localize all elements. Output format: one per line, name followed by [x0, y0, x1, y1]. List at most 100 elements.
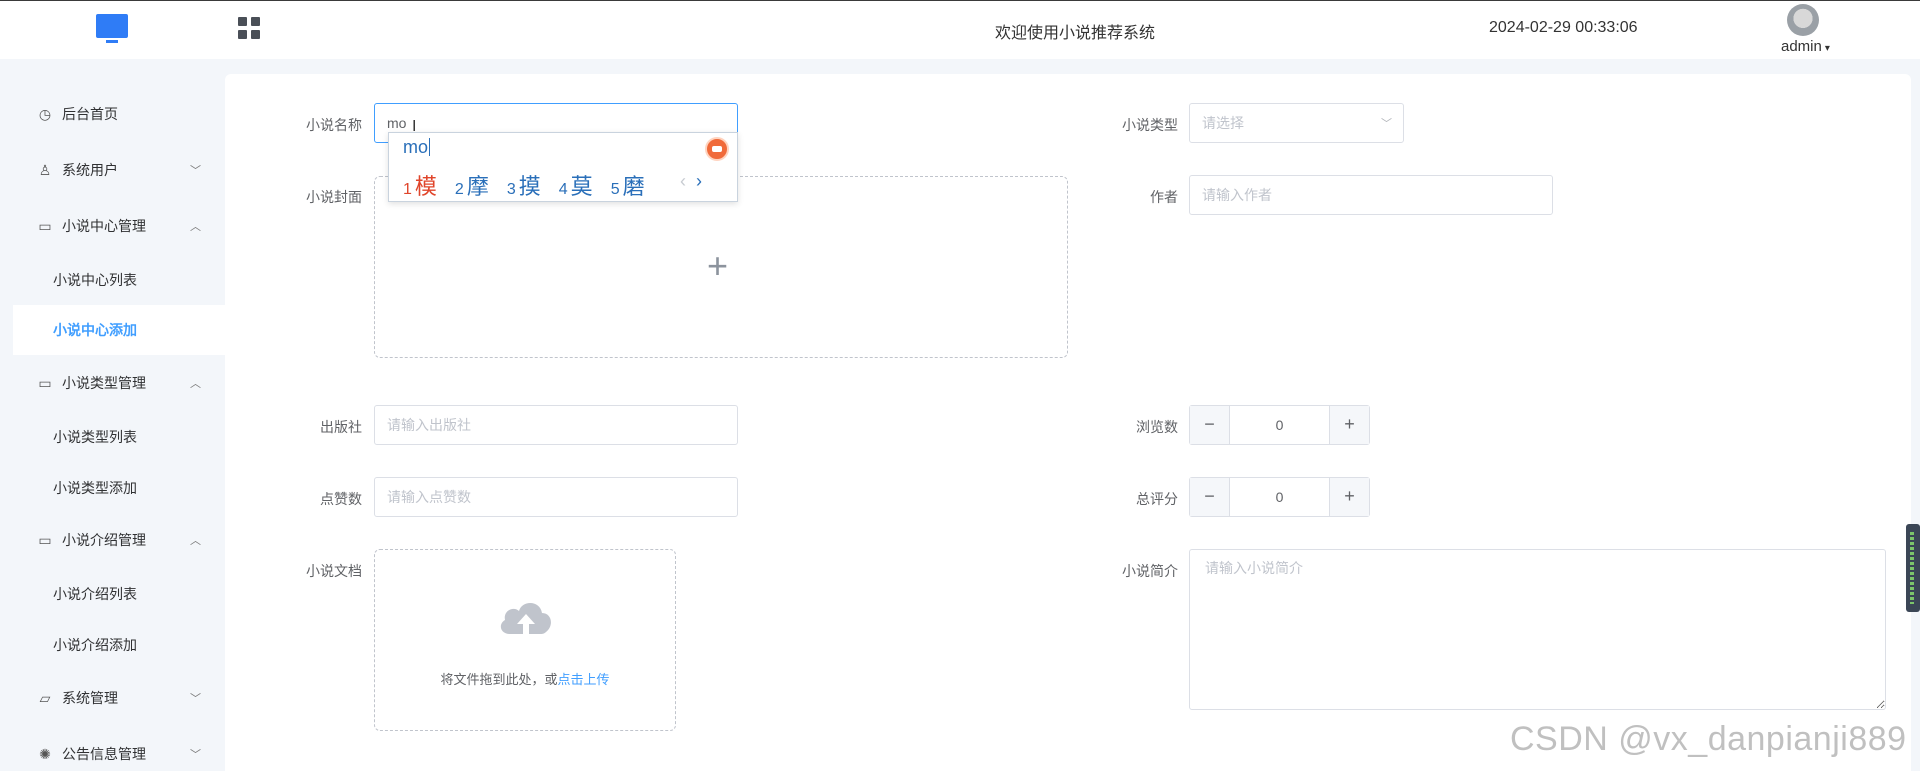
increase-button[interactable]: + — [1329, 406, 1369, 444]
sidebar-item-label: 小说中心添加 — [53, 322, 137, 338]
avatar[interactable] — [1787, 4, 1819, 36]
ime-candidate-index: 1 — [403, 181, 412, 198]
datetime-display: 2024-02-29 00:33:06 — [1489, 19, 1638, 36]
ime-candidate-index: 3 — [506, 181, 516, 198]
ime-logo-icon[interactable] — [705, 137, 729, 161]
clock-icon: ◷ — [38, 106, 52, 122]
upload-hint-text: 将文件拖到此处，或 — [440, 672, 558, 687]
chevron-up-icon: ︿ — [190, 535, 201, 547]
sidebar-item-label: 小说类型列表 — [53, 429, 137, 445]
increase-button[interactable]: + — [1329, 478, 1369, 516]
chevron-down-icon: ﹀ — [190, 693, 201, 705]
score-stepper[interactable]: − 0 + — [1189, 477, 1370, 517]
chevron-up-icon: ︿ — [190, 221, 201, 233]
sidebar-item-label: 小说类型添加 — [53, 480, 137, 496]
sidebar-item-label: 后台首页 — [62, 106, 118, 122]
chevron-left-icon[interactable]: ‹ — [680, 171, 686, 191]
sidebar-item-novel-center-add[interactable]: 小说中心添加 — [13, 305, 225, 355]
sidebar-item-label: 小说介绍列表 — [53, 586, 137, 602]
likes-label: 点赞数 — [320, 491, 362, 507]
sidebar-item-home[interactable]: ◷ 后台首页 — [13, 89, 225, 139]
ime-candidate-char: 莫 — [570, 174, 593, 199]
novel-name-label: 小说名称 — [306, 117, 362, 133]
ime-candidate[interactable]: 2摩 — [455, 169, 489, 201]
user-icon: ♙ — [38, 162, 52, 178]
ime-candidate-index: 4 — [558, 181, 568, 198]
ime-candidate-char: 磨 — [622, 174, 645, 199]
ime-page-nav: ‹ › — [680, 171, 702, 192]
sidebar-item-novel-intro[interactable]: ▭ 小说介绍管理 ︿ — [13, 515, 225, 565]
side-scroll-widget[interactable] — [1906, 524, 1920, 612]
sidebar: ◷ 后台首页 ♙ 系统用户 ﹀ ▭ 小说中心管理 ︿ 小说中心列表 小说中心添加… — [0, 59, 225, 771]
click-upload-link[interactable]: 点击上传 — [558, 672, 610, 687]
sidebar-item-label: 小说中心列表 — [53, 272, 137, 288]
card-icon: ▭ — [38, 218, 52, 234]
views-stepper[interactable]: − 0 + — [1189, 405, 1370, 445]
novel-type-select[interactable]: ﹀ — [1189, 103, 1404, 143]
novel-intro-label: 小说简介 — [1122, 563, 1178, 579]
sidebar-item-label: 小说介绍管理 — [62, 532, 146, 548]
novel-type-input[interactable] — [1189, 103, 1404, 143]
novel-intro-textarea[interactable] — [1189, 549, 1886, 710]
ime-candidate[interactable]: 5磨 — [611, 169, 645, 201]
upload-hint: 将文件拖到此处，或点击上传 — [375, 669, 675, 688]
ime-candidate-popup: mo 1模 2摩 3摸 4莫 5磨 ‹ › — [388, 132, 738, 202]
card-icon: ▭ — [38, 532, 52, 548]
sidebar-item-novel-intro-list[interactable]: 小说介绍列表 — [13, 569, 225, 619]
ime-candidate[interactable]: 1模 — [403, 169, 437, 201]
score-label: 总评分 — [1136, 491, 1178, 507]
sidebar-item-novel-center[interactable]: ▭ 小说中心管理 ︿ — [13, 201, 225, 251]
sidebar-item-notice[interactable]: ✺ 公告信息管理 ﹀ — [13, 729, 225, 771]
decrease-button[interactable]: − — [1190, 478, 1230, 516]
ime-candidate-char: 模 — [414, 174, 437, 199]
chevron-right-icon[interactable]: › — [696, 171, 702, 191]
views-value[interactable]: 0 — [1230, 406, 1329, 444]
publisher-input[interactable] — [374, 405, 738, 445]
novel-type-label: 小说类型 — [1122, 117, 1178, 133]
chevron-up-icon: ︿ — [190, 378, 201, 390]
top-header: 欢迎使用小说推荐系统 2024-02-29 00:33:06 admin ▾ — [0, 0, 1920, 59]
author-input[interactable] — [1189, 175, 1553, 215]
watermark: CSDN @vx_danpianji889 — [1510, 720, 1907, 758]
sidebar-item-label: 系统用户 — [62, 162, 118, 178]
sidebar-item-label: 小说介绍添加 — [53, 637, 137, 653]
likes-input[interactable] — [374, 477, 738, 517]
ime-candidate-index: 2 — [454, 181, 464, 198]
score-value[interactable]: 0 — [1230, 478, 1329, 516]
ime-candidate-char: 摸 — [518, 174, 541, 199]
doc-upload-dropzone[interactable]: 将文件拖到此处，或点击上传 — [374, 549, 676, 731]
author-label: 作者 — [1150, 189, 1178, 205]
ime-pinyin: mo — [403, 137, 429, 157]
sidebar-item-novel-type-add[interactable]: 小说类型添加 — [13, 463, 225, 513]
novel-cover-label: 小说封面 — [306, 189, 362, 205]
sidebar-item-label: 系统管理 — [62, 690, 118, 706]
card-icon: ▭ — [38, 375, 52, 391]
plus-icon: + — [707, 245, 729, 286]
sidebar-item-system-users[interactable]: ♙ 系统用户 ﹀ — [13, 145, 225, 195]
sidebar-item-novel-type-list[interactable]: 小说类型列表 — [13, 412, 225, 462]
chevron-down-icon: ﹀ — [190, 165, 201, 177]
sidebar-item-label: 小说中心管理 — [62, 218, 146, 234]
ime-candidate[interactable]: 3摸 — [507, 169, 541, 201]
cloud-upload-icon — [500, 602, 551, 634]
decrease-button[interactable]: − — [1190, 406, 1230, 444]
chevron-down-icon: ▾ — [1824, 43, 1830, 54]
sidebar-item-novel-type[interactable]: ▭ 小说类型管理 ︿ — [13, 358, 225, 408]
user-menu[interactable]: admin ▾ — [1781, 38, 1830, 55]
publisher-label: 出版社 — [320, 419, 362, 435]
username-label: admin — [1781, 38, 1822, 55]
ime-candidates: 1模 2摩 3摸 4莫 5磨 — [403, 169, 663, 201]
novel-doc-label: 小说文档 — [306, 563, 362, 579]
sidebar-item-novel-center-list[interactable]: 小说中心列表 — [13, 255, 225, 305]
ime-candidate[interactable]: 4莫 — [559, 169, 593, 201]
cover-upload-box[interactable]: + — [374, 176, 1068, 358]
sidebar-item-novel-intro-add[interactable]: 小说介绍添加 — [13, 620, 225, 670]
views-label: 浏览数 — [1136, 419, 1178, 435]
sidebar-item-system-manage[interactable]: ▱ 系统管理 ﹀ — [13, 673, 225, 723]
sidebar-item-label: 公告信息管理 — [62, 746, 146, 762]
folder-icon: ▱ — [39, 690, 51, 706]
spinner-icon: ✺ — [39, 746, 51, 762]
ime-candidate-char: 摩 — [466, 174, 489, 199]
sidebar-item-label: 小说类型管理 — [62, 375, 146, 391]
chevron-down-icon: ﹀ — [190, 749, 201, 761]
